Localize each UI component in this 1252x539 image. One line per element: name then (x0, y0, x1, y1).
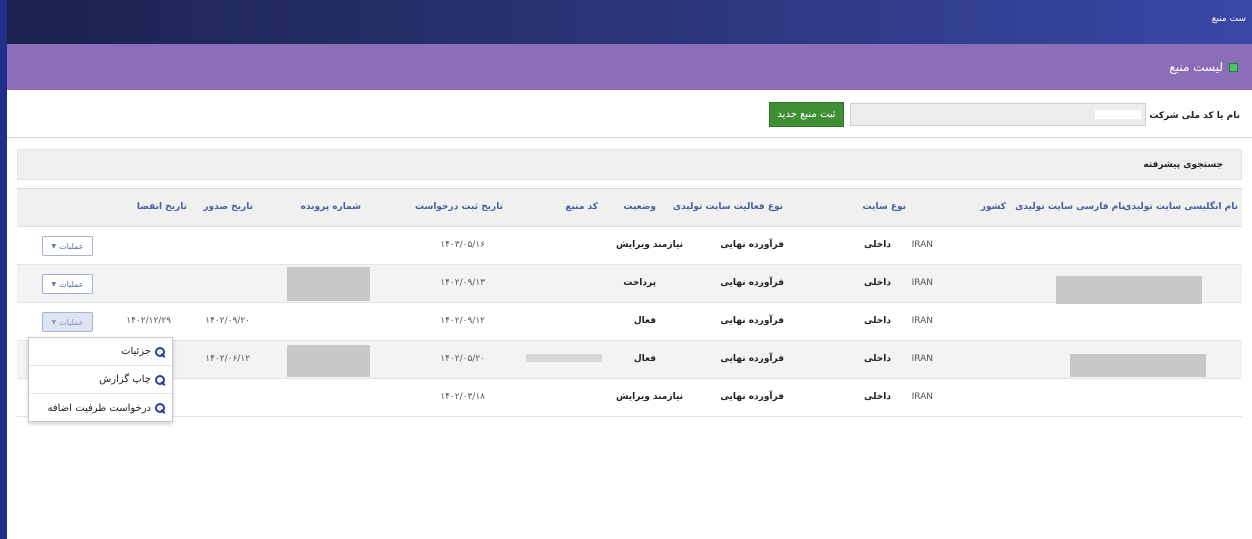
cell-site-type: داخلی (864, 316, 891, 326)
magnifier-icon (155, 403, 165, 413)
cell-country: IRAN (911, 354, 933, 364)
table-row[interactable]: IRAN داخلی فرآورده نهایی پرداخت ۱۴۰۲/۰۹/… (17, 265, 1242, 304)
menu-item-print-report-label: چاپ گزارش (99, 374, 151, 385)
col-persian-site-name[interactable]: نام فارسی سایت تولیدی (1015, 202, 1125, 212)
company-search-input[interactable] (850, 103, 1146, 128)
top-navbar: ست منبع (7, 0, 1252, 44)
cell-activity: فرآورده نهایی (720, 278, 784, 288)
cell-issue-date: ۱۴۰۲/۰۶/۱۲ (205, 354, 250, 364)
col-status[interactable]: وضعیت (623, 202, 656, 212)
col-country[interactable]: کشور (981, 202, 1006, 212)
search-row: نام یا کد ملی شرکت ثبت منبع جدید (7, 90, 1252, 138)
menu-item-extra-capacity[interactable]: درخواست ظرفیت اضافه (29, 394, 172, 422)
operations-label: عملیات (59, 241, 84, 251)
cell-status: پرداخت (623, 278, 656, 288)
menu-item-print-report[interactable]: چاپ گزارش (29, 366, 172, 394)
col-file-number[interactable]: شماره پرونده (301, 202, 361, 212)
operations-dropdown[interactable]: عملیات ▼ (42, 236, 93, 256)
chevron-down-icon: ▼ (51, 242, 57, 250)
menu-item-details-label: جزئیات (121, 346, 151, 357)
english-name-redacted (1056, 276, 1202, 304)
operations-dropdown[interactable]: عملیات ▼ (42, 312, 93, 332)
col-site-type[interactable]: نوع سایت (863, 202, 906, 212)
source-code-redacted (526, 354, 602, 362)
table-row[interactable]: IRAN داخلی فرآورده نهایی نیازمند ویرایش … (17, 227, 1242, 265)
list-icon (1229, 62, 1238, 72)
operations-label: عملیات (59, 317, 84, 327)
cell-activity: فرآورده نهایی (720, 354, 784, 364)
menu-item-extra-capacity-label: درخواست ظرفیت اضافه (47, 402, 151, 414)
cell-country: IRAN (911, 316, 933, 326)
cell-request-date: ۱۴۰۲/۰۹/۱۲ (440, 316, 485, 326)
magnifier-icon (155, 346, 165, 357)
cell-status: فعال (633, 354, 656, 364)
page-header: لیست منبع (7, 44, 1252, 90)
col-issue-date[interactable]: تاریخ صدور (203, 202, 253, 212)
table-header: نام انگلیسی سایت تولیدی نام فارسی سایت ت… (17, 189, 1242, 227)
file-number-redacted (287, 267, 370, 301)
search-hint-redacted (1095, 110, 1141, 119)
chevron-down-icon: ▼ (51, 318, 57, 326)
cell-request-date: ۱۴۰۳/۰۵/۱۶ (440, 240, 485, 250)
cell-request-date: ۱۴۰۲/۰۹/۱۳ (440, 278, 485, 288)
col-activity-type[interactable]: نوع فعالیت سایت تولیدی (673, 202, 783, 212)
operations-menu: جزئیات چاپ گزارش درخواست ظرفیت اضافه (28, 337, 173, 422)
page-title-text: لیست منبع (1169, 60, 1223, 74)
advanced-search-label: جستجوی پیشرفته (1143, 160, 1223, 170)
cell-site-type: داخلی (864, 240, 891, 250)
breadcrumb[interactable]: ست منبع (1212, 14, 1246, 24)
cell-activity: فرآورده نهایی (720, 316, 784, 326)
cell-country: IRAN (911, 278, 933, 288)
cell-activity: فرآورده نهایی (720, 392, 784, 402)
cell-issue-date: ۱۴۰۲/۰۹/۲۰ (205, 316, 250, 326)
cell-status: فعال (633, 316, 656, 326)
english-name-redacted (1070, 354, 1206, 377)
cell-site-type: داخلی (864, 278, 891, 288)
new-source-button[interactable]: ثبت منبع جدید (769, 102, 844, 127)
table-row[interactable]: IRAN داخلی فرآورده نهایی فعال ۱۴۰۲/۰۹/۱۲… (17, 303, 1242, 341)
window-left-border (0, 0, 7, 539)
cell-expiry-date: ۱۴۰۲/۱۲/۲۹ (126, 316, 171, 326)
col-english-site-name[interactable]: نام انگلیسی سایت تولیدی (1123, 202, 1238, 212)
col-expiry-date[interactable]: تاریخ انقضا (137, 202, 187, 212)
col-request-date[interactable]: تاریخ ثبت درخواست (415, 202, 503, 212)
table-row[interactable]: IRAN داخلی فرآورده نهایی نیازمند ویرایش … (17, 379, 1242, 417)
chevron-down-icon: ▼ (51, 280, 57, 288)
cell-status: نیازمند ویرایش (616, 392, 683, 402)
page-title: لیست منبع (1169, 60, 1238, 74)
company-search-label: نام یا کد ملی شرکت (1149, 111, 1240, 121)
operations-dropdown[interactable]: عملیات ▼ (42, 274, 93, 294)
cell-request-date: ۱۴۰۲/۰۵/۲۰ (440, 354, 485, 364)
cell-status: نیازمند ویرایش (616, 240, 683, 250)
cell-country: IRAN (911, 240, 933, 250)
operations-label: عملیات (59, 279, 84, 289)
advanced-search-toggle[interactable]: جستجوی پیشرفته (17, 149, 1242, 180)
menu-item-details[interactable]: جزئیات (29, 338, 172, 366)
file-number-redacted (287, 345, 370, 377)
sources-table: نام انگلیسی سایت تولیدی نام فارسی سایت ت… (17, 188, 1242, 426)
magnifier-icon (155, 374, 165, 385)
cell-activity: فرآورده نهایی (720, 240, 784, 250)
col-source-code[interactable]: کد منبع (565, 202, 598, 212)
cell-request-date: ۱۴۰۲/۰۳/۱۸ (440, 392, 485, 402)
cell-site-type: داخلی (864, 354, 891, 364)
table-row[interactable]: IRAN داخلی فرآورده نهایی فعال ۱۴۰۲/۰۵/۲۰… (17, 341, 1242, 379)
cell-site-type: داخلی (864, 392, 891, 402)
cell-country: IRAN (911, 392, 933, 402)
